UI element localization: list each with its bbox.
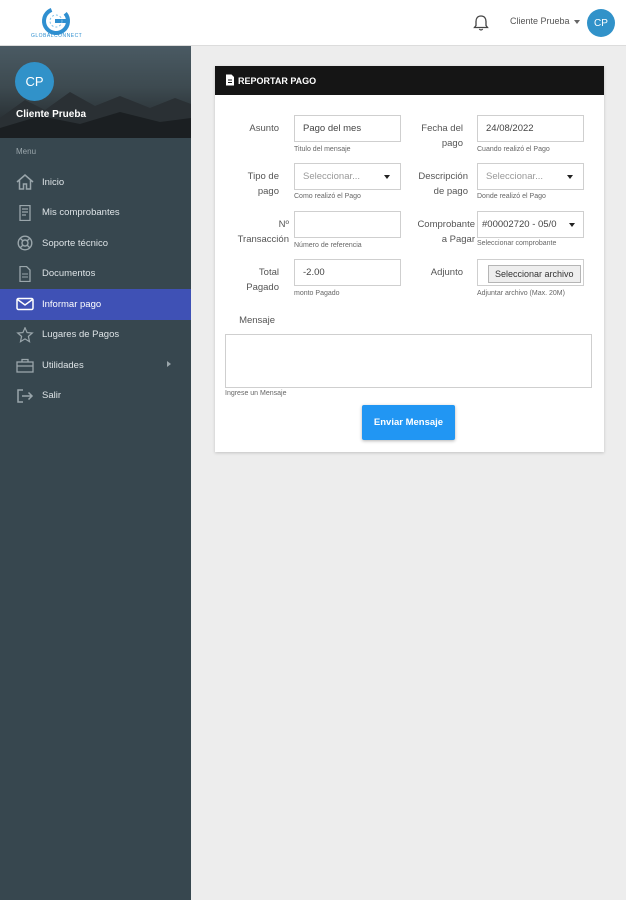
sidebar-item-label: Documentos bbox=[42, 268, 96, 280]
mensaje-label: Mensaje bbox=[239, 315, 275, 326]
chevron-down-icon bbox=[573, 19, 580, 24]
card-title: REPORTAR PAGO bbox=[238, 75, 317, 86]
mensaje-textarea[interactable] bbox=[225, 334, 592, 388]
sidebar-profile-header: CP Cliente Prueba bbox=[0, 46, 191, 138]
descripcion-select-value: Seleccionar... bbox=[486, 171, 544, 182]
descripcion-select[interactable]: Seleccionar... bbox=[477, 163, 584, 190]
total-label: Total Pagado bbox=[246, 267, 279, 293]
descripcion-help: Donde realizó el Pago bbox=[477, 193, 546, 200]
document-icon bbox=[225, 74, 235, 88]
home-icon bbox=[16, 174, 34, 190]
mensaje-help: Ingrese un Mensaje bbox=[225, 390, 287, 397]
asunto-input[interactable]: Pago del mes bbox=[294, 115, 401, 142]
tipo-pago-select-value: Seleccionar... bbox=[303, 171, 361, 182]
sidebar-item-mis-comprobantes[interactable]: Mis comprobantes bbox=[0, 198, 191, 229]
total-help: monto Pagado bbox=[294, 290, 340, 297]
logout-icon bbox=[16, 388, 34, 404]
comprobante-select[interactable]: #00002720 - 05/0 bbox=[477, 211, 584, 238]
sidebar-user-name: Cliente Prueba bbox=[16, 109, 87, 120]
adjunto-label: Adjunto bbox=[430, 267, 463, 278]
asunto-label: Asunto bbox=[249, 123, 279, 134]
sidebar-item-informar-pago[interactable]: Informar pago bbox=[0, 289, 191, 320]
sidebar-item-label: Mis comprobantes bbox=[42, 207, 120, 219]
sidebar-avatar[interactable]: CP bbox=[15, 62, 54, 101]
envelope-icon bbox=[16, 296, 34, 312]
tipo-pago-label: Tipo de pago bbox=[247, 171, 279, 197]
sidebar-item-inicio[interactable]: Inicio bbox=[0, 167, 191, 198]
chevron-down-icon bbox=[384, 175, 390, 179]
report-payment-card: REPORTAR PAGO Asunto Pago del mes Titulo… bbox=[215, 66, 604, 452]
adjunto-help: Adjuntar archivo (Max. 20M) bbox=[477, 290, 565, 297]
sidebar: CP Cliente Prueba Menu Inicio Mis compro… bbox=[0, 46, 191, 900]
comprobante-select-value: #00002720 - 05/0 bbox=[482, 219, 557, 230]
fecha-label: Fecha del pago bbox=[421, 123, 463, 149]
select-file-button[interactable]: Seleccionar archivo bbox=[488, 265, 581, 283]
transaccion-label: Nº Transacción bbox=[237, 219, 289, 245]
transaccion-help: Número de referencia bbox=[294, 242, 362, 249]
chevron-down-icon bbox=[569, 223, 575, 227]
fecha-help: Cuando realizó el Pago bbox=[477, 146, 550, 153]
sidebar-item-label: Utilidades bbox=[42, 359, 84, 371]
asunto-help: Titulo del mensaje bbox=[294, 146, 351, 153]
toolbox-icon bbox=[16, 357, 34, 373]
chevron-right-icon bbox=[167, 361, 171, 367]
transaccion-input[interactable] bbox=[294, 211, 401, 238]
bell-icon[interactable] bbox=[473, 14, 489, 32]
lifebuoy-icon bbox=[16, 235, 34, 251]
top-bar: GLOBALCONNECT Cliente Prueba CP bbox=[0, 0, 626, 46]
sidebar-item-soporte-tecnico[interactable]: Soporte técnico bbox=[0, 228, 191, 259]
star-icon bbox=[16, 326, 34, 343]
tipo-pago-help: Como realizó el Pago bbox=[294, 193, 361, 200]
user-menu-name: Cliente Prueba bbox=[510, 16, 570, 26]
sidebar-item-label: Informar pago bbox=[42, 298, 102, 310]
sidebar-item-label: Soporte técnico bbox=[42, 237, 109, 249]
avatar[interactable]: CP bbox=[587, 9, 615, 37]
sidebar-item-utilidades[interactable]: Utilidades bbox=[0, 350, 191, 381]
sidebar-item-documentos[interactable]: Documentos bbox=[0, 259, 191, 290]
adjunto-file-input[interactable]: Seleccionar archivo bbox=[477, 259, 584, 286]
card-header: REPORTAR PAGO bbox=[215, 66, 604, 95]
total-input[interactable]: -2.00 bbox=[294, 259, 401, 286]
sidebar-item-lugares-de-pagos[interactable]: Lugares de Pagos bbox=[0, 320, 191, 351]
file-icon bbox=[16, 265, 34, 282]
descripcion-label: Descripción de pago bbox=[418, 171, 468, 197]
menu-title: Menu bbox=[16, 147, 37, 156]
comprobante-help: Seleccionar comprobante bbox=[477, 240, 557, 247]
sidebar-item-salir[interactable]: Salir bbox=[0, 381, 191, 412]
user-menu[interactable]: Cliente Prueba bbox=[510, 16, 580, 26]
chevron-down-icon bbox=[567, 175, 573, 179]
tipo-pago-select[interactable]: Seleccionar... bbox=[294, 163, 401, 190]
comprobante-label: Comprobante a Pagar bbox=[417, 219, 475, 245]
sidebar-item-label: Inicio bbox=[42, 176, 65, 188]
sidebar-item-label: Lugares de Pagos bbox=[42, 329, 120, 341]
sidebar-item-label: Salir bbox=[42, 390, 62, 402]
send-message-button[interactable]: Enviar Mensaje bbox=[362, 405, 455, 440]
document-icon bbox=[16, 204, 34, 221]
logo-text: GLOBALCONNECT bbox=[31, 33, 83, 39]
fecha-input[interactable]: 24/08/2022 bbox=[477, 115, 584, 142]
